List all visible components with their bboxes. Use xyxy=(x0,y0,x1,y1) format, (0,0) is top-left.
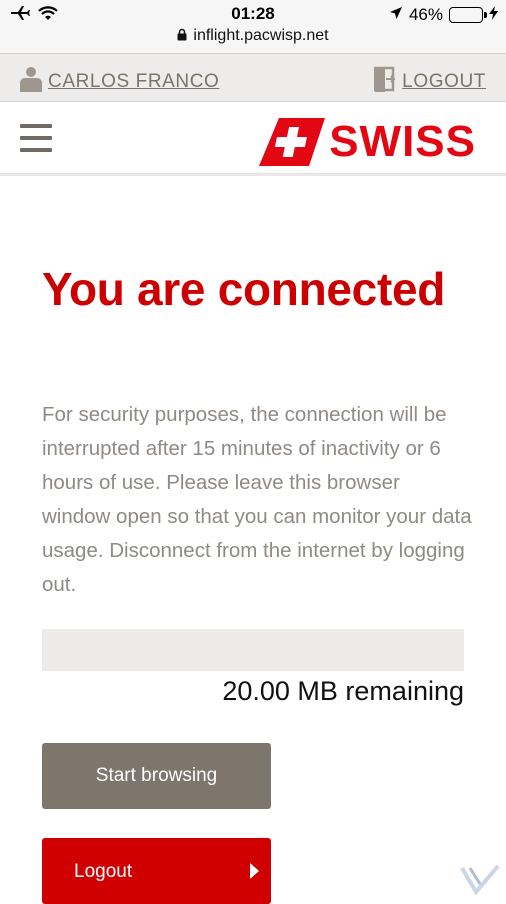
top-logout-link[interactable]: LOGOUT xyxy=(374,66,486,98)
address-bar[interactable]: inflight.pacwisp.net xyxy=(0,27,506,46)
swiss-flag-logo-icon xyxy=(259,118,325,166)
logout-button-label: Logout xyxy=(74,861,132,883)
logo-text: SWISS xyxy=(329,120,476,164)
swiss-logo[interactable]: SWISS xyxy=(259,118,476,166)
battery-icon xyxy=(449,7,483,23)
data-usage-bar xyxy=(42,629,464,671)
top-logout-label: LOGOUT xyxy=(402,71,486,93)
battery-percent: 46% xyxy=(409,5,443,25)
start-browsing-button[interactable]: Start browsing xyxy=(42,743,271,809)
user-name: CARLOS FRANCO xyxy=(48,71,219,93)
lock-icon xyxy=(177,28,187,46)
arrow-right-icon xyxy=(250,863,259,879)
status-row: 01:28 46% xyxy=(0,0,506,28)
page-title: You are connected xyxy=(42,262,445,316)
data-remaining: 20.00 MB remaining xyxy=(42,676,464,707)
user-profile-link[interactable]: CARLOS FRANCO xyxy=(20,66,219,98)
status-right: 46% xyxy=(389,5,498,25)
location-icon xyxy=(389,5,403,25)
logout-button[interactable]: Logout xyxy=(42,838,271,904)
watermark-logo-icon xyxy=(460,862,500,896)
site-header: SWISS xyxy=(0,102,506,176)
security-info-text: For security purposes, the connection wi… xyxy=(42,398,472,602)
browser-status-bar: 01:28 46% inflight.pacwisp.net xyxy=(0,0,506,54)
start-browsing-label: Start browsing xyxy=(96,765,217,787)
user-bar: CARLOS FRANCO LOGOUT xyxy=(0,54,506,102)
logout-door-icon xyxy=(374,66,396,98)
url-text: inflight.pacwisp.net xyxy=(193,27,328,44)
charging-icon xyxy=(489,5,498,25)
user-icon xyxy=(20,66,42,98)
hamburger-menu-icon[interactable] xyxy=(20,124,52,152)
